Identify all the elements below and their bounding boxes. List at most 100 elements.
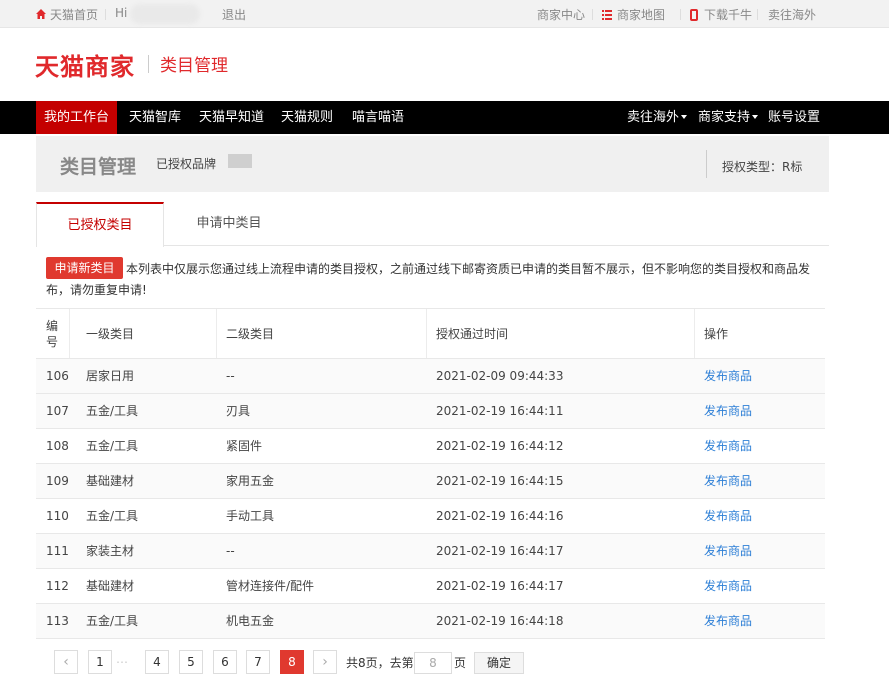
- nav-item-overseas[interactable]: 卖往海外: [627, 101, 688, 134]
- cell-cat1: 五金/工具: [86, 439, 139, 453]
- table-row: 113 五金/工具 机电五金 2021-02-19 16:44:18 发布商品: [36, 604, 825, 639]
- cell-time: 2021-02-19 16:44:17: [436, 579, 564, 593]
- table-row: 112 基础建材 管材连接件/配件 2021-02-19 16:44:17 发布…: [36, 569, 825, 604]
- list-icon: [602, 10, 612, 20]
- divider: [592, 9, 593, 20]
- cell-cat2: 刃具: [226, 404, 251, 418]
- nav-support-label: 商家支持: [698, 110, 751, 125]
- cell-id: 110: [46, 509, 69, 523]
- divider: [706, 150, 707, 178]
- cell-cat2: 家用五金: [226, 474, 275, 488]
- nav-item-miaoyan[interactable]: 喵言喵语: [352, 101, 404, 134]
- page-unit-label: 页: [454, 656, 467, 670]
- nav-overseas-label: 卖往海外: [627, 110, 680, 125]
- confirm-button[interactable]: 确定: [474, 652, 524, 674]
- cell-cat2: 紧固件: [226, 439, 263, 453]
- publish-product-link[interactable]: 发布商品: [695, 604, 825, 638]
- col-header-time: 授权通过时间: [427, 309, 695, 358]
- publish-product-link[interactable]: 发布商品: [695, 359, 825, 393]
- cell-cat2: 管材连接件/配件: [226, 579, 315, 593]
- merchant-center-link[interactable]: 商家中心: [537, 6, 585, 23]
- tmall-merchant-logo[interactable]: 天猫商家: [35, 47, 135, 82]
- tab-authorized[interactable]: 已授权类目: [36, 202, 164, 247]
- publish-product-link[interactable]: 发布商品: [695, 534, 825, 568]
- col-header-id: 编号: [46, 309, 70, 358]
- nav-item-support[interactable]: 商家支持: [698, 101, 759, 134]
- cell-id: 111: [46, 544, 69, 558]
- publish-product-link[interactable]: 发布商品: [695, 394, 825, 428]
- page-button-6[interactable]: 6: [213, 650, 237, 674]
- publish-product-link[interactable]: 发布商品: [695, 429, 825, 463]
- caret-down-icon: [752, 115, 759, 119]
- cell-id: 113: [46, 614, 69, 628]
- divider: [105, 9, 106, 20]
- greeting: Hi: [115, 6, 128, 20]
- table-row: 109 基础建材 家用五金 2021-02-19 16:44:15 发布商品: [36, 464, 825, 499]
- blurred-brand: [228, 154, 252, 168]
- nav-item-workbench[interactable]: 我的工作台: [36, 101, 118, 134]
- publish-product-link[interactable]: 发布商品: [695, 569, 825, 603]
- table-row: 111 家装主材 -- 2021-02-19 16:44:17 发布商品: [36, 534, 825, 569]
- cell-time: 2021-02-19 16:44:18: [436, 614, 564, 628]
- cell-cat2: 机电五金: [226, 614, 275, 628]
- page-button-7[interactable]: 7: [246, 650, 270, 674]
- header-subtitle: 类目管理: [160, 56, 228, 76]
- publish-product-link[interactable]: 发布商品: [695, 499, 825, 533]
- cell-cat1: 基础建材: [86, 474, 135, 488]
- cell-time: 2021-02-19 16:44:17: [436, 544, 564, 558]
- cell-cat1: 五金/工具: [86, 614, 139, 628]
- phone-icon: [690, 9, 698, 21]
- table-header: 编号 一级类目 二级类目 授权通过时间 操作: [36, 308, 825, 359]
- cell-cat1: 居家日用: [86, 369, 135, 383]
- cell-id: 112: [46, 579, 69, 593]
- authorized-brand-label: 已授权品牌: [156, 157, 217, 171]
- page-title: 类目管理: [60, 156, 137, 178]
- site-map-link[interactable]: 商家地图: [602, 6, 665, 23]
- cell-time: 2021-02-19 16:44:15: [436, 474, 564, 488]
- page-button-1[interactable]: 1: [88, 650, 112, 674]
- cell-cat1: 基础建材: [86, 579, 135, 593]
- apply-new-category-button[interactable]: 申请新类目: [46, 257, 123, 279]
- nav-item-early-know[interactable]: 天猫早知道: [199, 101, 264, 134]
- page-header: 类目管理 已授权品牌 授权类型：R标: [36, 136, 829, 192]
- notice-area: 本列表中仅展示您通过线上流程申请的类目授权，之前通过线下邮寄资质已申请的类目暂不…: [36, 247, 829, 307]
- col-header-action: 操作: [704, 327, 729, 341]
- cell-id: 108: [46, 439, 69, 453]
- home-link[interactable]: 天猫首页: [35, 6, 98, 23]
- download-qianniu-link[interactable]: 下载千牛: [690, 6, 752, 23]
- nav-item-rules[interactable]: 天猫规则: [281, 101, 333, 134]
- cell-time: 2021-02-19 16:44:16: [436, 509, 564, 523]
- logout-link[interactable]: 退出: [222, 6, 246, 23]
- tab-applying[interactable]: 申请中类目: [164, 202, 294, 246]
- prev-page-button[interactable]: ‹: [54, 650, 78, 674]
- page-button-4[interactable]: 4: [145, 650, 169, 674]
- site-map-label: 商家地图: [617, 8, 666, 22]
- cell-cat2: --: [226, 544, 235, 558]
- divider: [757, 9, 758, 20]
- top-bar: 天猫首页 Hi 退出 商家中心 商家地图 下载千牛 卖往海外: [0, 0, 889, 28]
- caret-down-icon: [681, 115, 688, 119]
- goto-page-input[interactable]: 8: [414, 652, 452, 674]
- cell-cat1: 家装主材: [86, 544, 135, 558]
- table-row: 108 五金/工具 紧固件 2021-02-19 16:44:12 发布商品: [36, 429, 825, 464]
- auth-type: 授权类型：R标: [722, 160, 803, 174]
- publish-product-link[interactable]: 发布商品: [695, 464, 825, 498]
- next-page-button[interactable]: ›: [313, 650, 337, 674]
- category-tabs: 已授权类目 申请中类目: [36, 202, 829, 247]
- cell-cat2: 手动工具: [226, 509, 275, 523]
- brand-header: 天猫商家 类目管理: [0, 29, 889, 101]
- divider: [148, 55, 149, 73]
- nav-item-think-tank[interactable]: 天猫智库: [129, 101, 181, 134]
- page-button-5[interactable]: 5: [179, 650, 203, 674]
- table-row: 107 五金/工具 刃具 2021-02-19 16:44:11 发布商品: [36, 394, 825, 429]
- cell-id: 107: [46, 404, 69, 418]
- cell-id: 109: [46, 474, 69, 488]
- home-link-label: 天猫首页: [50, 8, 99, 22]
- cell-time: 2021-02-19 16:44:11: [436, 404, 564, 418]
- cell-cat1: 五金/工具: [86, 509, 139, 523]
- overseas-link[interactable]: 卖往海外: [768, 6, 816, 23]
- total-pages-text: 共8页，去第: [346, 656, 414, 670]
- pagination: ‹ 1 … 4 5 6 7 8 › 共8页，去第 8 页 确定: [54, 650, 554, 676]
- page-button-8-current[interactable]: 8: [280, 650, 304, 674]
- nav-item-account-settings[interactable]: 账号设置: [768, 101, 820, 134]
